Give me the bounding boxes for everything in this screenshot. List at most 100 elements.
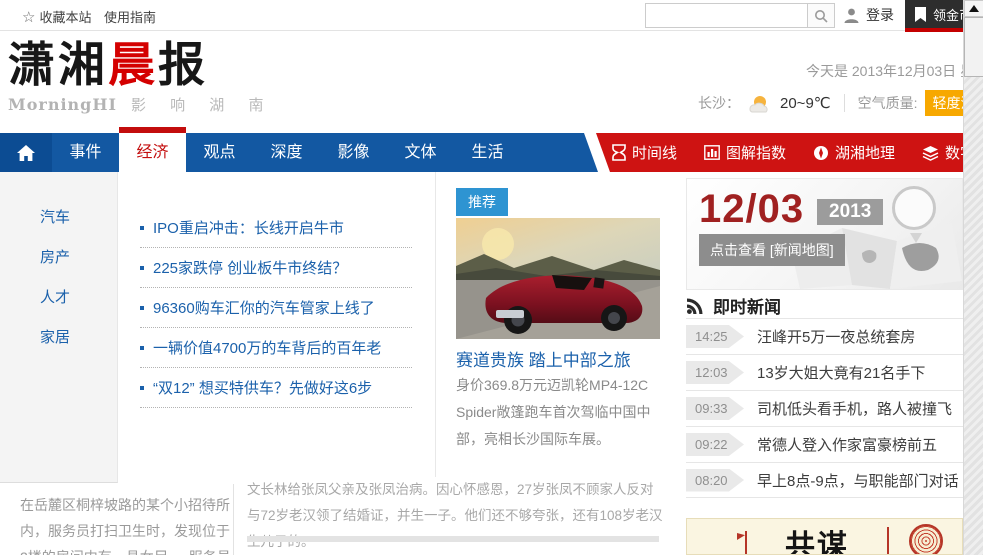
dropdown-news-link[interactable]: “双12” 想买特供车？先做好这6步 [140,368,412,408]
search-button[interactable] [807,3,835,28]
tab-home[interactable] [0,133,52,172]
news-link-label: IPO重启冲击：长线开启牛市 [153,217,344,238]
tab-culture-sports[interactable]: 文体 [387,133,454,172]
nav-geography-label: 湖湘地理 [835,142,895,163]
temperature-value: 20~9℃ [780,94,831,112]
vertical-scrollbar[interactable] [963,0,983,555]
news-link-label: 96360购车汇你的汽车管家上线了 [153,297,375,318]
live-news-text: 汪峰开5万一夜总统套房 [757,326,915,347]
nav-chart-index[interactable]: 图解指数 [704,142,786,163]
favorite-site-link[interactable]: ☆收藏本站 [22,7,91,26]
live-news-time: 09:22 [686,433,744,456]
user-icon [843,7,860,24]
ad-banner[interactable]: 共谋 [686,518,963,555]
air-quality-label: 空气质量: [858,93,918,113]
bullet-icon [140,386,144,390]
news-link-label: 225家跌停 创业板牛市终结？ [153,257,347,278]
logo-title: 潇湘晨报 [8,40,273,92]
bookmark-icon [913,6,928,23]
live-news-item[interactable]: 14:25 汪峰开5万一夜总统套房 [686,318,963,354]
live-news-time: 14:25 [686,325,744,348]
today-date-text: 今天是 2013年12月03日 星期 [806,61,983,81]
logo-slogan: MorningHI影 响 湖 南 [8,94,273,115]
dropdown-category-column: 汽车 房产 人才 家居 [0,172,118,483]
recommend-title-link[interactable]: 赛道贵族 踏上中部之旅 [456,346,631,371]
weather-bar: 长沙： 20~9℃ 空气质量: 轻度污染 [698,90,983,116]
dropdown-news-link[interactable]: 225家跌停 创业板牛市终结？ [140,248,412,288]
recommend-description: 身价369.8万元迈凯轮MP4-12C Spider敞篷跑车首次驾临中国中部，亮… [456,372,670,453]
bullet-icon [140,346,144,350]
nav-tabs: 事件 经济 观点 深度 影像 文体 生活 [52,133,521,172]
live-news-text: 司机低头看手机，路人被撞飞 [757,398,952,419]
dropdown-news-link[interactable]: 一辆价值4700万的车背后的百年老 [140,328,412,368]
bullet-icon [140,306,144,310]
recommend-badge[interactable]: 推荐 [456,188,508,216]
page: ☆收藏本站 使用指南 登录 领金币 潇湘晨报 MorningHI影 响 湖 南 … [0,0,983,555]
user-guide-label: 使用指南 [104,10,156,25]
live-news-time: 12:03 [686,361,744,384]
tab-events[interactable]: 事件 [52,133,119,172]
nav-timeline[interactable]: 时间线 [612,142,677,163]
category-realestate[interactable]: 房产 [40,246,70,267]
city-label: 长沙： [698,93,740,113]
recommend-car-image[interactable] [456,218,660,339]
dropdown-news-list: IPO重启冲击：长线开启牛市 225家跌停 创业板牛市终结？ 96360购车汇你… [118,172,436,477]
live-news-text: 常德人登入作家富豪榜前五 [757,434,937,455]
search-icon [814,9,828,23]
compass-icon [813,145,829,161]
search-box [645,3,835,28]
date-day: 12/03 [699,187,804,232]
article-snippet-left[interactable]: 在岳麓区桐梓坡路的某个小招待所内，服务员打扫卫生时，发现位于2楼的房间内有一具女… [20,492,237,555]
content-divider-bar [247,536,659,542]
live-news-item[interactable]: 09:22 常德人登入作家富豪榜前五 [686,426,963,462]
live-news-title: 即时新闻 [713,293,781,318]
user-guide-link[interactable]: 使用指南 [104,7,156,26]
scrollbar-thumb[interactable] [964,17,983,77]
news-link-label: 一辆价值4700万的车背后的百年老 [153,337,381,358]
dropdown-news-link[interactable]: 96360购车汇你的汽车管家上线了 [140,288,412,328]
scrollbar-up-button[interactable] [964,0,983,17]
tab-opinion[interactable]: 观点 [186,133,253,172]
login-label: 登录 [866,5,894,25]
dropdown-recommend-panel: 推荐 赛道贵族 踏上中部之旅 身价369.8万元迈凯 [436,172,681,477]
hourglass-icon [612,144,626,161]
date-year-badge: 2013 [817,199,883,225]
live-news-item[interactable]: 12:03 13岁大姐大竟有21名手下 [686,354,963,390]
map-pin-icon [892,186,936,230]
bar-chart-icon [704,145,720,160]
favorite-site-label: 收藏本站 [39,10,91,25]
map-pin-tip [910,233,922,243]
ad-seal-icon [909,524,943,555]
tab-depth[interactable]: 深度 [253,133,320,172]
live-news-item[interactable]: 09:33 司机低头看手机，路人被撞飞 [686,390,963,426]
column-divider [233,484,234,555]
live-news-header: 即时新闻 [686,293,781,318]
ad-flag-decoration [737,533,745,540]
ad-tower-decoration [887,527,889,555]
category-talent[interactable]: 人才 [40,286,70,307]
bullet-icon [140,266,144,270]
live-news-text: 早上8点-9点，与职能部门对话 [757,470,959,491]
ad-tower-decoration [745,531,747,555]
news-map-button[interactable]: 点击查看 [新闻地图] [699,234,845,266]
nav-geography[interactable]: 湖湘地理 [813,142,895,163]
category-home[interactable]: 家居 [40,326,70,347]
login-button[interactable]: 登录 [843,5,894,25]
live-news-time: 09:33 [686,397,744,420]
home-icon [16,144,36,162]
live-news-time: 08:20 [686,469,744,492]
sun-cloud-icon [747,93,773,113]
tab-images[interactable]: 影像 [320,133,387,172]
dropdown-news-link[interactable]: IPO重启冲击：长线开启牛市 [140,208,412,248]
tab-economy[interactable]: 经济 [119,133,186,172]
search-input[interactable] [645,3,807,28]
article-snippet-middle[interactable]: 文长林给张凤父亲及张凤治病。因心怀感恩，27岁张凤不顾家人反对与72岁老汉领了结… [247,477,663,555]
category-auto[interactable]: 汽车 [40,206,70,227]
news-map-widget[interactable]: 12/03 2013 点击查看 [新闻地图] [686,178,963,290]
nav-timeline-label: 时间线 [632,142,677,163]
tab-life[interactable]: 生活 [454,133,521,172]
live-news-item[interactable]: 08:20 早上8点-9点，与职能部门对话 [686,462,963,498]
news-link-label: “双12” 想买特供车？先做好这6步 [153,377,372,398]
nav-chart-index-label: 图解指数 [726,142,786,163]
site-logo[interactable]: 潇湘晨报 MorningHI影 响 湖 南 [8,40,273,115]
